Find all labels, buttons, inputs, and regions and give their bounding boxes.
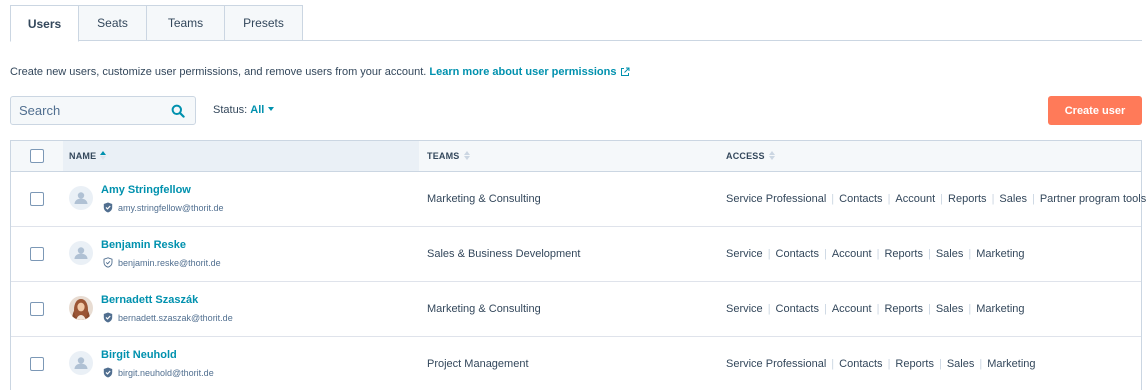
table-row: Amy Stringfellow amy.stringfellow@thorit…: [11, 172, 1146, 227]
user-team: Marketing & Consulting: [427, 193, 541, 205]
status-filter-label: Status:: [213, 104, 248, 116]
row-checkbox[interactable]: [30, 302, 44, 316]
user-email-text: birgit.neuhold@thorit.de: [118, 367, 214, 378]
column-header-name-label: NAME: [69, 151, 97, 161]
verified-shield-icon: [103, 202, 113, 213]
tab-teams[interactable]: Teams: [147, 5, 225, 41]
user-email: benjamin.reske@thorit.de: [103, 257, 221, 268]
sort-icon: [768, 150, 775, 162]
user-email: birgit.neuhold@thorit.de: [103, 367, 214, 378]
default-avatar-icon: [74, 192, 88, 204]
users-table: NAME TEAMS ACCESS Amy Stringfellow amy.s…: [10, 140, 1146, 390]
sorted-column-highlight: [63, 141, 419, 171]
sort-icon: [463, 150, 470, 162]
user-email-text: amy.stringfellow@thorit.de: [118, 202, 224, 213]
user-access: Service | Contacts | Account | Reports | Sales | M…: [726, 303, 1025, 315]
tab-presets[interactable]: Presets: [225, 5, 303, 41]
search-box: [10, 96, 196, 125]
verified-shield-icon: [103, 367, 113, 378]
avatar: [69, 186, 93, 210]
user-access: Service | Contacts | Account | Reports | Sales | M…: [726, 248, 1025, 260]
user-name-link[interactable]: Benjamin Reske: [101, 239, 186, 251]
row-checkbox[interactable]: [30, 357, 44, 371]
status-filter[interactable]: Status: All: [213, 104, 275, 116]
user-email-text: benjamin.reske@thorit.de: [118, 257, 221, 268]
default-avatar-icon: [74, 247, 88, 259]
table-header: NAME TEAMS ACCESS: [11, 141, 1141, 172]
column-header-access[interactable]: ACCESS: [726, 141, 775, 171]
column-header-teams[interactable]: TEAMS: [427, 141, 470, 171]
verified-shield-icon: [103, 312, 113, 323]
avatar: [69, 241, 93, 265]
table-row: Birgit Neuhold birgit.neuhold@thorit.de …: [11, 337, 1141, 390]
avatar: [69, 351, 93, 375]
column-header-access-label: ACCESS: [726, 151, 765, 161]
external-link-icon: [620, 67, 630, 80]
user-team: Project Management: [427, 358, 529, 370]
sort-ascending-icon: [100, 150, 107, 162]
user-email: amy.stringfellow@thorit.de: [103, 202, 224, 213]
chevron-down-icon: [268, 107, 275, 111]
user-team: Marketing & Consulting: [427, 303, 541, 315]
user-email-text: bernadett.szaszak@thorit.de: [118, 312, 233, 323]
column-header-teams-label: TEAMS: [427, 151, 460, 161]
avatar: [69, 296, 93, 320]
user-email: bernadett.szaszak@thorit.de: [103, 312, 233, 323]
user-name-link[interactable]: Amy Stringfellow: [101, 184, 191, 196]
user-team: Sales & Business Development: [427, 248, 581, 260]
description-text: Create new users, customize user permiss…: [10, 66, 427, 78]
search-icon[interactable]: [171, 104, 185, 123]
page-description: Create new users, customize user permiss…: [10, 66, 630, 80]
select-all-checkbox[interactable]: [30, 149, 44, 163]
row-checkbox[interactable]: [30, 247, 44, 261]
tab-bar: Users Seats Teams Presets: [10, 5, 303, 42]
search-input[interactable]: [11, 97, 161, 124]
learn-more-link[interactable]: Learn more about user permissions: [429, 66, 630, 78]
table-row: Benjamin Reske benjamin.reske@thorit.de …: [11, 227, 1141, 282]
row-checkbox[interactable]: [30, 192, 44, 206]
tab-users[interactable]: Users: [10, 5, 79, 42]
column-header-name[interactable]: NAME: [69, 141, 107, 171]
create-user-button[interactable]: Create user: [1048, 96, 1142, 125]
status-filter-value: All: [250, 104, 265, 116]
table-row: Bernadett Szaszák bernadett.szaszak@thor…: [11, 282, 1141, 337]
photo-avatar-icon: [72, 299, 90, 320]
user-name-link[interactable]: Birgit Neuhold: [101, 349, 177, 361]
tab-seats[interactable]: Seats: [79, 5, 147, 41]
default-avatar-icon: [74, 357, 88, 369]
user-access: Service Professional | Contacts | Account | Re…: [726, 193, 1147, 205]
user-access: Service Professional | Contacts | Reports | Sa…: [726, 358, 1036, 370]
unverified-shield-icon: [103, 257, 113, 268]
user-name-link[interactable]: Bernadett Szaszák: [101, 294, 198, 306]
